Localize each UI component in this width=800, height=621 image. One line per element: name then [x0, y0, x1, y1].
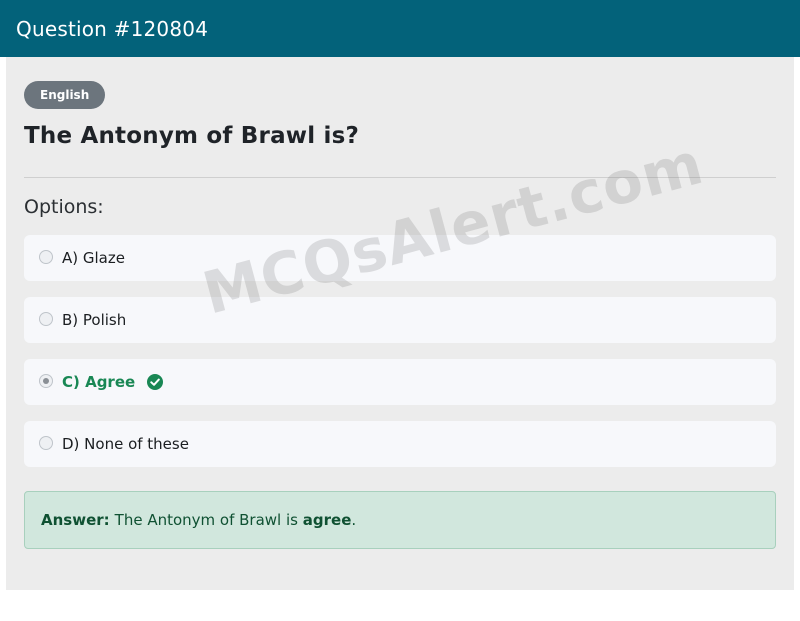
option-a[interactable]: A) Glaze	[24, 235, 776, 281]
option-a-radio[interactable]	[39, 250, 53, 264]
option-b-label: B) Polish	[62, 311, 127, 329]
answer-value: agree	[302, 511, 352, 529]
language-badge[interactable]: English	[24, 81, 106, 109]
option-c-radio[interactable]	[39, 374, 53, 388]
option-b-radio[interactable]	[39, 312, 53, 326]
option-d[interactable]: D) None of these	[24, 421, 776, 467]
page-header: Question #120804	[0, 0, 800, 57]
option-d-radio[interactable]	[39, 436, 53, 450]
question-card: English The Antonym of Brawl is? Options…	[6, 57, 794, 590]
answer-label: Answer:	[41, 511, 110, 529]
answer-box: Answer: The Antonym of Brawl is agree.	[24, 491, 776, 549]
option-a-label: A) Glaze	[62, 249, 125, 267]
question-text: The Antonym of Brawl is?	[24, 123, 360, 149]
option-c-label: C) Agree	[62, 373, 136, 391]
option-d-label: D) None of these	[62, 435, 189, 453]
answer-suffix: .	[351, 511, 357, 529]
option-b[interactable]: B) Polish	[24, 297, 776, 343]
option-c[interactable]: C) Agree	[24, 359, 776, 405]
check-circle-icon	[147, 374, 164, 390]
options-heading: Options:	[24, 196, 104, 218]
answer-prefix: The Antonym of Brawl is	[114, 511, 298, 529]
divider	[24, 177, 776, 178]
question-id-title: Question #120804	[16, 16, 209, 41]
